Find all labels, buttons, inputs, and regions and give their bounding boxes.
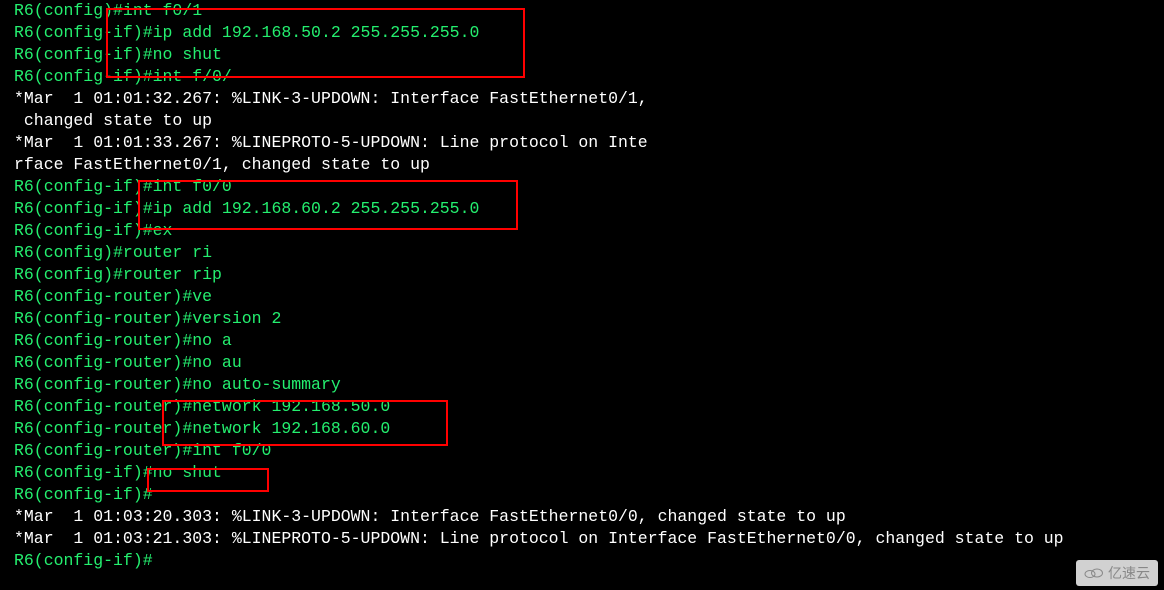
terminal-line: *Mar 1 01:03:20.303: %LINK-3-UPDOWN: Int…: [14, 506, 1164, 528]
terminal-line: R6(config-if)#: [14, 484, 1164, 506]
terminal-line: R6(config-router)#no auto-summary: [14, 374, 1164, 396]
terminal-line: R6(config-if)#: [14, 550, 1164, 572]
terminal-window[interactable]: R6(config)#int f0/1R6(config-if)#ip add …: [0, 0, 1164, 590]
terminal-line: *Mar 1 01:01:33.267: %LINEPROTO-5-UPDOWN…: [14, 132, 1164, 154]
terminal-line: R6(config)#int f0/1: [14, 0, 1164, 22]
terminal-line: R6(config-if)#ex: [14, 220, 1164, 242]
cloud-icon: [1082, 566, 1104, 580]
terminal-line: R6(config-router)#version 2: [14, 308, 1164, 330]
terminal-line: R6(config)#router rip: [14, 264, 1164, 286]
terminal-line: R6(config-if)#no shut: [14, 462, 1164, 484]
terminal-line: R6(config-if)#ip add 192.168.60.2 255.25…: [14, 198, 1164, 220]
terminal-line: R6(config-router)#no au: [14, 352, 1164, 374]
terminal-line: R6(config-router)#no a: [14, 330, 1164, 352]
terminal-line: R6(config-router)#network 192.168.50.0: [14, 396, 1164, 418]
terminal-line: R6(config-if)#no shut: [14, 44, 1164, 66]
terminal-line: R6(config-router)#int f0/0: [14, 440, 1164, 462]
terminal-line: R6(config)#router ri: [14, 242, 1164, 264]
terminal-line: R6(config-if)#ip add 192.168.50.2 255.25…: [14, 22, 1164, 44]
terminal-line: *Mar 1 01:03:21.303: %LINEPROTO-5-UPDOWN…: [14, 528, 1164, 550]
watermark-text: 亿速云: [1108, 562, 1150, 584]
terminal-line: R6(config-if)#int f/0/: [14, 66, 1164, 88]
terminal-line: R6(config-router)#ve: [14, 286, 1164, 308]
terminal-line: R6(config-if)#int f0/0: [14, 176, 1164, 198]
terminal-line: R6(config-router)#network 192.168.60.0: [14, 418, 1164, 440]
terminal-line: *Mar 1 01:01:32.267: %LINK-3-UPDOWN: Int…: [14, 88, 1164, 110]
terminal-line: rface FastEthernet0/1, changed state to …: [14, 154, 1164, 176]
watermark: 亿速云: [1076, 560, 1158, 586]
terminal-line: changed state to up: [14, 110, 1164, 132]
